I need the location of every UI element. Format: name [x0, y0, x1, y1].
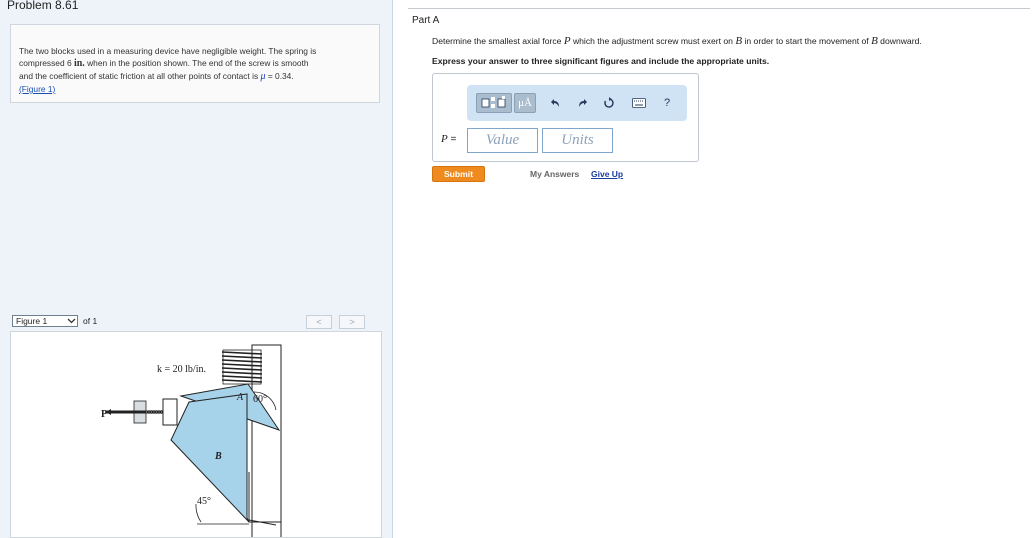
problem-title: Problem 8.61 — [7, 0, 79, 12]
question-text: Determine the smallest axial force P whi… — [432, 35, 922, 47]
problem-pane: Problem 8.61 The two blocks used in a me… — [0, 0, 393, 538]
chevron-down-icon — [66, 316, 76, 326]
answer-equals: = — [447, 134, 457, 145]
figure-frame: k = 20 lb/in. A 60° P B 45° — [10, 331, 382, 538]
figure-select-value: Figure 1 — [16, 316, 48, 326]
var-B-2: B — [871, 35, 878, 47]
prev-figure-button[interactable]: < — [306, 315, 332, 329]
problem-intro-text: The two blocks used in a measuring devic… — [19, 45, 371, 95]
question-mid-2: in order to start the movement of — [742, 36, 872, 46]
templates-icon[interactable] — [476, 93, 512, 113]
figure-select[interactable]: Figure 1 — [12, 315, 78, 327]
label-A: A — [236, 392, 244, 403]
my-answers-link[interactable]: My Answers — [530, 169, 579, 179]
answer-instruction: Express your answer to three significant… — [432, 56, 770, 66]
screw-bracket — [162, 398, 178, 426]
value-input[interactable] — [467, 128, 538, 153]
answer-variable-label: P = — [441, 133, 456, 145]
angle-60-label: 60° — [253, 394, 267, 405]
question-mid-1: which the adjustment screw must exert on — [570, 36, 736, 46]
answer-variable: P — [441, 133, 448, 145]
question-post: downward. — [877, 36, 922, 46]
part-title: Part A — [412, 15, 440, 26]
intro-line-1: The two blocks used in a measuring devic… — [19, 46, 317, 56]
figure-count: of 1 — [83, 316, 98, 326]
label-P: P — [101, 409, 107, 420]
intro-unit: in. — [73, 58, 85, 69]
undo-icon[interactable] — [547, 93, 563, 113]
units-input[interactable] — [542, 128, 613, 153]
question-pre: Determine the smallest axial force — [432, 36, 564, 46]
intro-line-3-pre: and the coefficient of static friction a… — [19, 71, 261, 81]
var-P: P — [563, 35, 571, 47]
keyboard-icon[interactable] — [630, 93, 648, 113]
give-up-link[interactable]: Give Up — [591, 169, 623, 179]
units-button[interactable]: μÅ — [514, 93, 536, 113]
figure-diagram: k = 20 lb/in. A 60° P B 45° — [101, 344, 282, 537]
part-divider — [408, 8, 1030, 9]
reset-icon[interactable] — [601, 93, 617, 113]
intro-line-3-post: = 0.34. — [265, 71, 294, 81]
problem-intro-box: The two blocks used in a measuring devic… — [10, 24, 380, 103]
math-toolbar: μÅ ? — [467, 85, 687, 121]
figure-link[interactable]: (Figure 1) — [19, 84, 55, 94]
intro-line-2-pre: compressed 6 — [19, 58, 74, 68]
next-figure-button[interactable]: > — [339, 315, 365, 329]
intro-line-2-post: when in the position shown. The end of t… — [84, 58, 309, 68]
help-button[interactable]: ? — [660, 93, 674, 113]
label-B: B — [214, 451, 222, 462]
spring-constant-label: k = 20 lb/in. — [157, 364, 206, 375]
redo-icon[interactable] — [575, 93, 591, 113]
angle-45-label: 45° — [197, 496, 211, 507]
submit-button[interactable]: Submit — [432, 166, 485, 182]
